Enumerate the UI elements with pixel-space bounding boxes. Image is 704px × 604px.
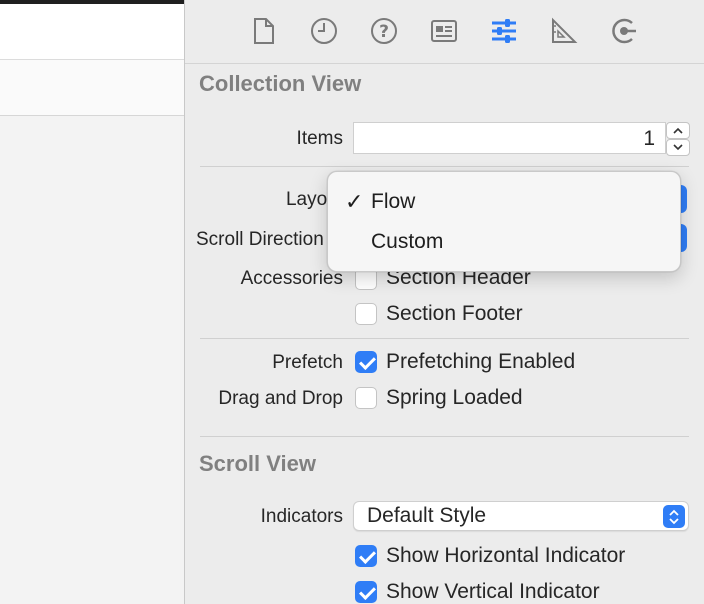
separator: [200, 166, 689, 167]
size-icon[interactable]: [548, 15, 580, 47]
canvas-row[interactable]: [0, 4, 184, 60]
spring-loaded-label: Spring Loaded: [386, 386, 523, 409]
attributes-icon[interactable]: [488, 15, 520, 47]
section-footer-checkbox[interactable]: [355, 303, 377, 325]
popup-arrows-icon: [663, 505, 685, 528]
separator: [200, 436, 689, 437]
svg-text:?: ?: [379, 22, 389, 42]
canvas-row[interactable]: [0, 60, 184, 116]
show-horizontal-label: Show Horizontal Indicator: [386, 544, 626, 567]
stepper-up-button[interactable]: [666, 122, 690, 139]
identity-icon[interactable]: [428, 15, 460, 47]
section-title-collection-view: Collection View: [199, 71, 362, 96]
menu-item-label: Custom: [371, 230, 444, 253]
menu-item-flow[interactable]: ✓ Flow: [328, 183, 682, 223]
stepper-down-button[interactable]: [666, 139, 690, 156]
show-vertical-checkbox[interactable]: [355, 581, 377, 603]
drag-drop-label: Drag and Drop: [218, 388, 343, 409]
prefetching-enabled-checkbox[interactable]: [355, 351, 377, 373]
canvas-area: [0, 0, 184, 604]
chevron-down-icon: [673, 144, 683, 151]
section-title-scroll-view: Scroll View: [199, 451, 316, 476]
separator: [200, 338, 689, 339]
menu-item-custom[interactable]: Custom: [328, 223, 682, 263]
prefetch-label: Prefetch: [272, 352, 343, 373]
accessories-label: Accessories: [240, 268, 343, 289]
spring-loaded-checkbox[interactable]: [355, 387, 377, 409]
menu-item-label: Flow: [371, 190, 416, 213]
show-vertical-label: Show Vertical Indicator: [386, 580, 600, 603]
file-icon[interactable]: [248, 15, 280, 47]
items-value: 1: [643, 127, 655, 150]
inspector-toolbar: ?: [185, 0, 704, 64]
indicators-label: Indicators: [260, 506, 343, 527]
help-icon[interactable]: ?: [368, 15, 400, 47]
chevron-up-icon: [673, 127, 683, 134]
items-stepper[interactable]: [666, 122, 690, 156]
items-label: Items: [296, 128, 343, 149]
prefetching-enabled-label: Prefetching Enabled: [386, 350, 576, 373]
checkmark-icon: ✓: [345, 189, 364, 214]
show-horizontal-checkbox[interactable]: [355, 545, 377, 567]
indicators-value: Default Style: [367, 504, 487, 527]
layout-dropdown-menu: ✓ Flow Custom: [327, 171, 681, 272]
layout-label: Layout: [285, 189, 343, 210]
history-icon[interactable]: [308, 15, 340, 47]
indicators-popup[interactable]: Default Style: [353, 501, 689, 531]
connections-icon[interactable]: [608, 15, 640, 47]
items-field[interactable]: 1: [353, 122, 666, 154]
section-footer-label: Section Footer: [386, 302, 523, 325]
attributes-inspector: ? Collection View Items 1 Layout Scroll …: [185, 0, 704, 604]
